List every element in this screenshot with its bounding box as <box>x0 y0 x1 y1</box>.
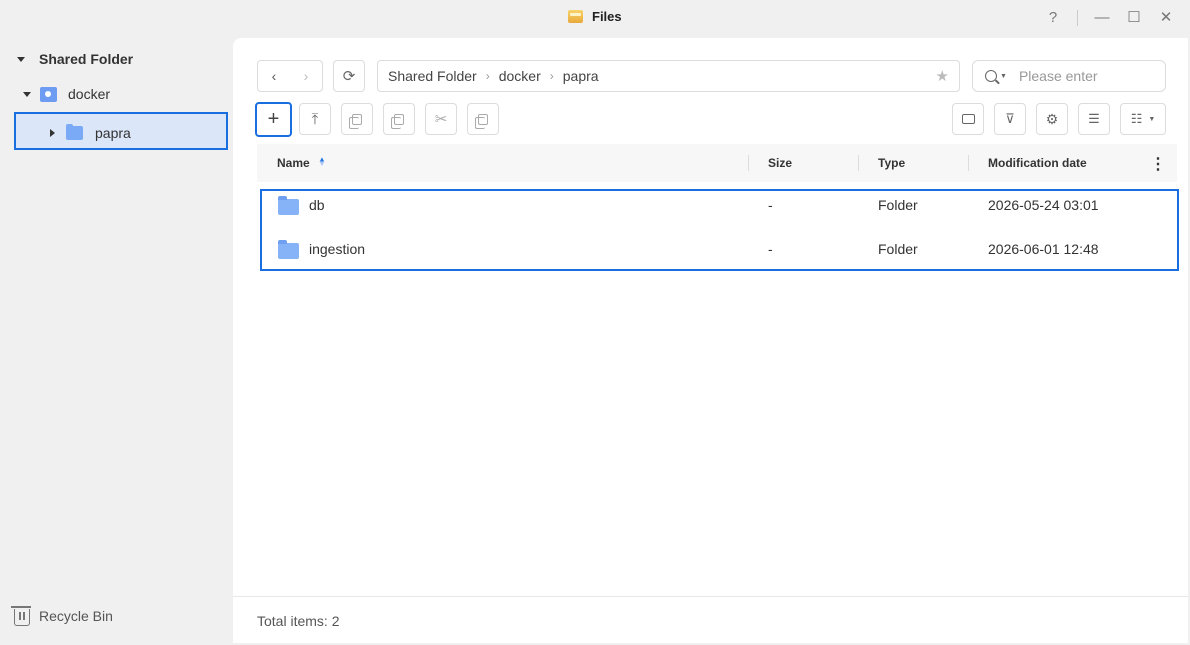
column-label-name: Name <box>277 156 310 170</box>
row-type: Folder <box>878 197 918 213</box>
folder-icon <box>66 124 83 140</box>
copy-icon <box>349 113 362 129</box>
total-items: Total items: 2 <box>257 613 340 629</box>
column-divider[interactable] <box>748 155 749 171</box>
paste-icon <box>391 113 404 129</box>
maximize-button[interactable]: ☐ <box>1124 8 1144 28</box>
tree-node-docker[interactable]: docker <box>23 86 110 102</box>
list-view-icon: ☷ <box>1130 111 1143 126</box>
row-size: - <box>768 197 773 213</box>
breadcrumb-item-shared-folder[interactable]: Shared Folder <box>388 68 477 84</box>
column-header-size[interactable]: Size <box>768 156 792 170</box>
cut-button[interactable]: ✂ <box>425 103 457 135</box>
table-row[interactable]: db - Folder 2026-05-24 03:01 <box>257 184 1177 228</box>
recycle-bin[interactable]: Recycle Bin <box>11 606 113 626</box>
settings-button[interactable]: ⚙ <box>1036 103 1068 135</box>
column-header-modified[interactable]: Modification date <box>988 156 1087 170</box>
row-modified: 2026-06-01 12:48 <box>988 241 1099 257</box>
trash-icon <box>11 606 31 626</box>
title-bar: Files ? — ☐ ✕ <box>0 0 1190 36</box>
search-options-icon[interactable]: ▼ <box>1000 73 1007 80</box>
sidebar-tree: Shared Folder docker papra Recycle Bin <box>0 38 233 645</box>
column-header-name[interactable]: Name ▲ ▼ <box>277 155 326 171</box>
tree-label-docker: docker <box>68 86 111 102</box>
favorite-star-icon[interactable]: ★ <box>936 67 949 85</box>
back-button[interactable]: ‹ <box>258 61 290 91</box>
breadcrumb-item-papra[interactable]: papra <box>563 68 599 84</box>
collapse-caret-icon[interactable] <box>23 91 31 97</box>
chevron-down-icon: ▼ <box>1148 115 1156 123</box>
close-button[interactable]: ✕ <box>1156 8 1176 28</box>
table-row[interactable]: ingestion - Folder 2026-06-01 12:48 <box>257 228 1177 272</box>
refresh-button[interactable]: ⟳ <box>333 60 365 92</box>
tree-node-papra[interactable]: papra <box>50 124 131 141</box>
history-nav: ‹ › <box>257 60 323 92</box>
paste-button[interactable] <box>383 103 415 135</box>
filter-icon: ⊽ <box>1005 111 1015 126</box>
create-button[interactable]: + <box>255 102 292 137</box>
folder-icon <box>278 196 299 215</box>
sort-icon: ☰ <box>1088 111 1100 126</box>
tree-label-shared-folder: Shared Folder <box>39 51 134 67</box>
files-app-icon <box>568 10 583 23</box>
chevron-right-icon: › <box>549 69 554 83</box>
chevron-right-icon: › <box>485 69 490 83</box>
column-divider[interactable] <box>968 155 969 171</box>
file-browser-panel: ‹ › ⟳ Shared Folder › docker › papra ★ ▼… <box>233 38 1188 643</box>
expand-caret-icon[interactable] <box>50 129 55 137</box>
copy-button[interactable] <box>341 103 373 135</box>
sort-button[interactable]: ☰ <box>1078 103 1110 135</box>
gear-icon: ⚙ <box>1045 110 1059 127</box>
view-mode-button[interactable]: ☷ ▼ <box>1120 103 1166 135</box>
window-controls-divider <box>1077 10 1078 26</box>
search-icon <box>985 70 997 82</box>
sort-ascending-icon: ▲ ▼ <box>318 155 326 168</box>
shared-folder-icon <box>40 86 57 102</box>
breadcrumb: Shared Folder › docker › papra ★ <box>377 60 960 92</box>
copy-to-icon <box>475 113 488 129</box>
upload-button[interactable]: ⤒ <box>299 103 331 135</box>
forward-button[interactable]: › <box>290 61 322 91</box>
window-title-text: Files <box>592 9 622 24</box>
recycle-bin-label: Recycle Bin <box>39 608 113 624</box>
collapse-caret-icon[interactable] <box>17 56 25 62</box>
breadcrumb-item-docker[interactable]: docker <box>499 68 541 84</box>
copy-to-button[interactable] <box>467 103 499 135</box>
search-field[interactable]: ▼ Please enter <box>972 60 1166 92</box>
column-options-icon[interactable]: ⋮ <box>1150 154 1166 174</box>
filter-button[interactable]: ⊽ <box>994 103 1026 135</box>
status-bar: Total items: 2 <box>233 596 1188 643</box>
folder-icon <box>278 240 299 259</box>
tree-node-shared-folder[interactable]: Shared Folder <box>17 51 133 67</box>
row-modified: 2026-05-24 03:01 <box>988 197 1099 213</box>
row-size: - <box>768 241 773 257</box>
search-input[interactable]: Please enter <box>1019 68 1098 84</box>
window-title: Files <box>568 9 622 24</box>
column-header-type[interactable]: Type <box>878 156 905 170</box>
row-name: ingestion <box>309 241 366 257</box>
help-button[interactable]: ? <box>1043 8 1063 28</box>
row-type: Folder <box>878 241 918 257</box>
toolbox-button[interactable] <box>952 103 984 135</box>
column-divider[interactable] <box>858 155 859 171</box>
briefcase-icon <box>961 114 975 124</box>
row-name: db <box>309 197 325 213</box>
tree-label-papra: papra <box>95 125 131 141</box>
minimize-button[interactable]: — <box>1092 8 1112 28</box>
table-header: Name ▲ ▼ Size Type Modification date ⋮ <box>257 144 1177 182</box>
